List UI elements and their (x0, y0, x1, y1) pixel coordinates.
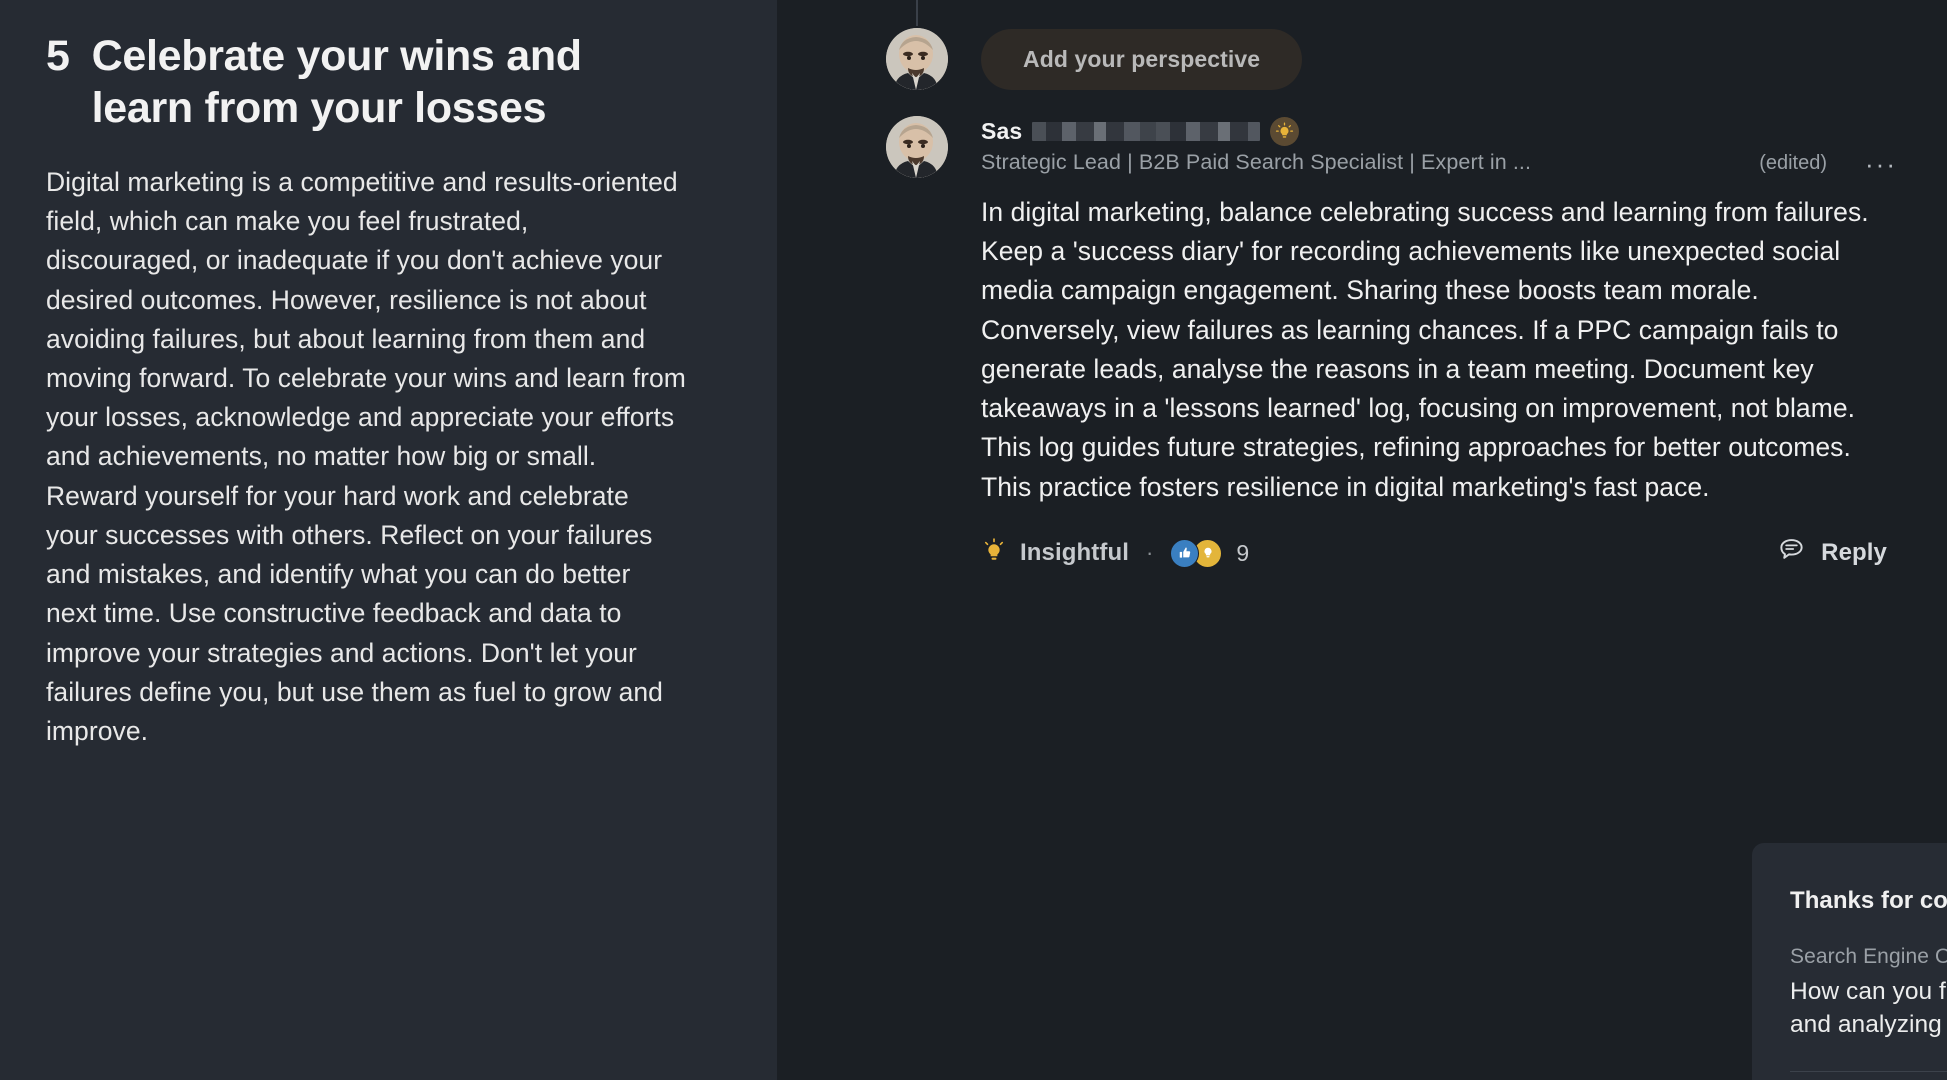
comment-author-headline: Strategic Lead | B2B Paid Search Special… (981, 150, 1532, 174)
comment-author-line: Sas (981, 116, 1899, 146)
edited-label: (edited) (1759, 152, 1828, 174)
card-divider (1790, 1071, 1947, 1072)
avatar-image (886, 28, 948, 90)
thumbs-up-icon (1170, 538, 1200, 568)
article-contribution-page: 5 Celebrate your wins and learn from you… (0, 0, 1947, 1080)
suggested-article-category: Search Engine Optimization (1790, 945, 1947, 968)
comment-content: Sas Strategic Lead | B2B Paid Search Spe… (981, 116, 1947, 573)
reaction-icons (1170, 538, 1223, 568)
comment: Sas Strategic Lead | B2B Paid Search Spe… (777, 90, 1947, 573)
action-separator: · (1145, 540, 1154, 566)
reply-label: Reply (1821, 539, 1887, 567)
comment-author-avatar[interactable] (886, 116, 948, 178)
suggested-article-question[interactable]: How can you find the most reliable SEO t… (1790, 975, 1947, 1041)
comment-action-bar: Insightful · 9 Reply (981, 533, 1899, 573)
lightbulb-icon (981, 538, 1007, 569)
article-panel: 5 Celebrate your wins and learn from you… (0, 0, 777, 1080)
redacted-name-block (1032, 121, 1261, 141)
comment-body-text: In digital marketing, balance celebratin… (981, 197, 1869, 502)
reactions-summary[interactable]: 9 (1170, 538, 1250, 568)
add-perspective-button[interactable]: Add your perspective (981, 28, 1303, 90)
reply-button[interactable]: Reply (1773, 533, 1891, 573)
insightful-label: Insightful (1020, 539, 1129, 567)
lightbulb-badge-icon (1270, 116, 1300, 146)
add-perspective-row: Add your perspective (777, 0, 1947, 90)
contributions-panel: Add your perspective Sas Strategic Lead … (777, 0, 1947, 1080)
comment-reactions-group: Insightful · 9 (981, 538, 1249, 569)
insightful-button[interactable]: Insightful (981, 538, 1129, 569)
comment-meta-row: Strategic Lead | B2B Paid Search Special… (981, 150, 1899, 177)
more-options-icon[interactable]: ··· (1863, 151, 1899, 177)
comment-bubble-icon (1777, 535, 1806, 571)
article-section-number: 5 (46, 32, 70, 80)
thanks-for-contributing-card: Thanks for contributing! Add to more art… (1752, 843, 1947, 1080)
article-body-text: Digital marketing is a competitive and r… (46, 166, 686, 746)
article-section-title: Celebrate your wins and learn from your … (91, 32, 582, 133)
reaction-count: 9 (1236, 539, 1250, 566)
comment-author-name[interactable]: Sas (981, 118, 1022, 145)
avatar-image (886, 116, 948, 178)
thread-connector-line (916, 0, 918, 26)
thanks-card-title: Thanks for contributing! Add to more art… (1790, 887, 1947, 914)
page-title: 5 Celebrate your wins and learn from you… (46, 30, 731, 135)
comment-meta-actions: (edited) ··· (1735, 151, 1899, 177)
avatar[interactable] (886, 28, 948, 90)
